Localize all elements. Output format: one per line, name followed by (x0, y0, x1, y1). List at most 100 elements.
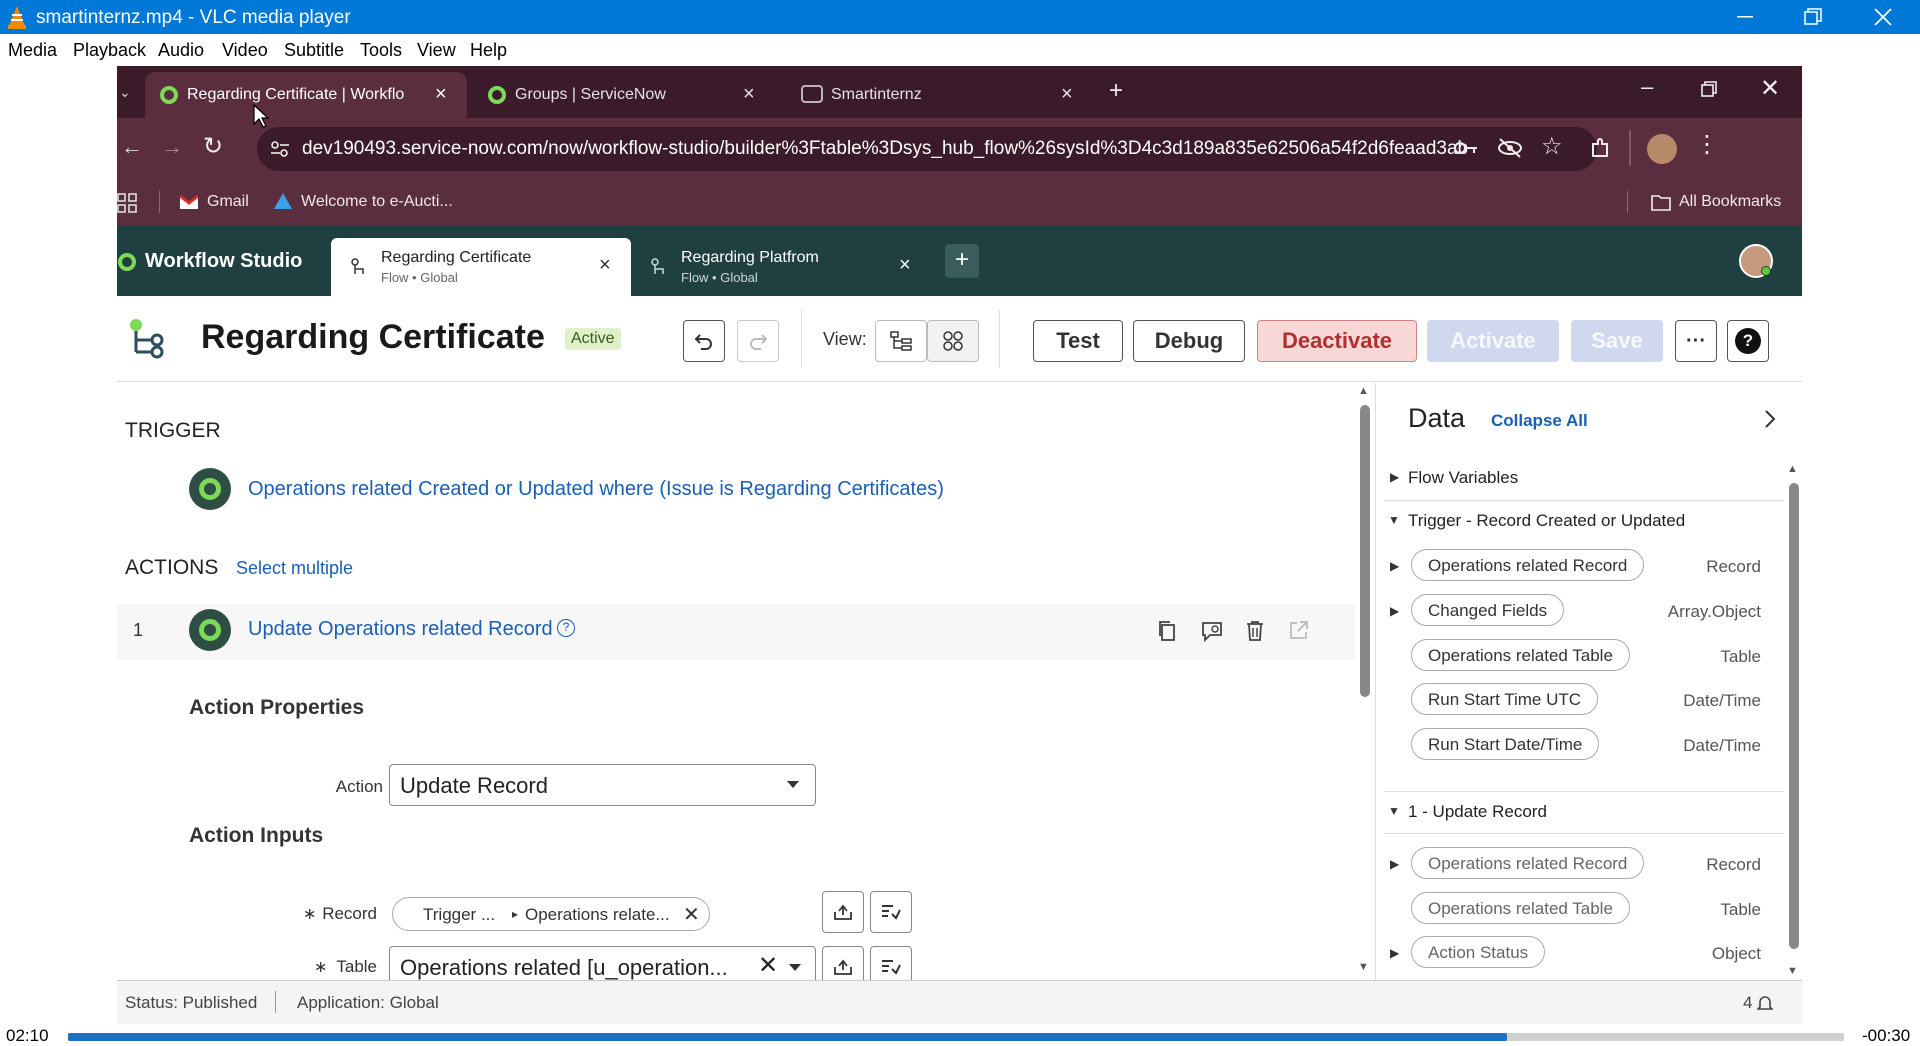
test-button[interactable]: Test (1033, 320, 1123, 362)
collapse-all-link[interactable]: Collapse All (1491, 411, 1588, 431)
data-pill[interactable]: Run Start Date/Time (1411, 728, 1600, 760)
minimize-button[interactable] (1716, 0, 1774, 34)
help-button[interactable]: ? (1727, 320, 1769, 362)
menu-help[interactable]: Help (470, 40, 507, 61)
tab-search-icon[interactable]: ⌄ (119, 84, 131, 101)
bookmark-gmail[interactable]: Gmail (207, 193, 249, 211)
data-item[interactable]: ▶ Operations related Record Record (1376, 549, 1783, 587)
all-bookmarks[interactable]: All Bookmarks (1679, 193, 1781, 211)
back-icon[interactable]: ← (121, 134, 143, 160)
menu-media[interactable]: Media (8, 40, 57, 61)
close-tab-icon[interactable]: × (1061, 83, 1073, 106)
forward-icon[interactable]: → (161, 134, 183, 160)
site-info-icon[interactable] (269, 139, 291, 159)
info-icon[interactable]: ? (557, 619, 575, 637)
new-tab-icon[interactable]: + (1109, 77, 1123, 105)
data-item[interactable]: ▶ Operations related Record Record (1376, 847, 1783, 885)
table-select[interactable]: Operations related [u_operation... ✕ (389, 946, 816, 980)
trigger-data-group[interactable]: ▼ Trigger - Record Created or Updated (1384, 501, 1784, 544)
action-row[interactable]: 1 Update Operations related Record ? (117, 604, 1355, 660)
bell-icon[interactable] (1757, 994, 1773, 1012)
save-button[interactable]: Save (1571, 320, 1663, 362)
password-key-icon[interactable] (1453, 138, 1479, 158)
data-panel-scrollbar[interactable]: ▲ ▼ (1783, 383, 1802, 980)
studio-tab-regarding-certificate[interactable]: Regarding Certificate Flow • Global × (331, 238, 631, 296)
scroll-up-icon[interactable]: ▲ (1787, 463, 1798, 475)
close-tab-icon[interactable]: × (899, 254, 911, 277)
restore-button[interactable] (1784, 0, 1842, 34)
data-pill[interactable]: Operations related Table (1411, 892, 1630, 924)
seek-bar[interactable] (68, 1033, 1844, 1041)
view-diagram-button[interactable] (927, 320, 979, 362)
close-tab-icon[interactable]: × (743, 83, 755, 106)
select-multiple-link[interactable]: Select multiple (236, 558, 353, 579)
data-item[interactable]: Operations related Table Table (1376, 892, 1783, 930)
data-pill[interactable]: Action Status (1411, 936, 1546, 968)
eye-off-icon[interactable] (1497, 137, 1523, 159)
menu-view[interactable]: View (417, 40, 456, 61)
update-record-data-group[interactable]: ▼ 1 - Update Record (1384, 791, 1784, 834)
comment-icon[interactable] (1201, 620, 1223, 642)
data-pill[interactable]: Operations related Record (1411, 549, 1645, 581)
delete-icon[interactable] (1245, 620, 1265, 642)
browser-tab-groups[interactable]: Groups | ServiceNow × (473, 72, 783, 118)
copy-icon[interactable] (1157, 620, 1177, 642)
debug-button[interactable]: Debug (1133, 320, 1245, 362)
profile-avatar[interactable] (1647, 134, 1677, 164)
view-tree-button[interactable] (875, 320, 927, 362)
canvas-scroll-thumb[interactable] (1360, 405, 1370, 697)
data-pill-picker-button[interactable] (822, 946, 864, 980)
scroll-down-icon[interactable]: ▼ (1358, 961, 1369, 973)
extensions-icon[interactable] (1589, 136, 1613, 160)
script-toggle-button[interactable] (870, 891, 912, 933)
studio-brand[interactable]: Workflow Studio (145, 250, 302, 273)
activate-button[interactable]: Activate (1427, 320, 1559, 362)
close-button[interactable] (1854, 0, 1912, 34)
add-tab-button[interactable]: + (945, 244, 979, 278)
flow-variables-group[interactable]: ▶ Flow Variables (1384, 458, 1784, 501)
trigger-link[interactable]: Operations related Created or Updated wh… (248, 478, 944, 501)
menu-subtitle[interactable]: Subtitle (284, 40, 344, 61)
close-tab-icon[interactable]: × (599, 254, 611, 277)
data-pill-picker-button[interactable] (822, 891, 864, 933)
more-options-button[interactable]: ··· (1675, 320, 1717, 362)
scroll-up-icon[interactable]: ▲ (1358, 385, 1369, 397)
menu-audio[interactable]: Audio (158, 40, 204, 61)
action-select[interactable]: Update Record (389, 764, 816, 806)
scroll-down-icon[interactable]: ▼ (1787, 965, 1798, 977)
data-pill[interactable]: Run Start Time UTC (1411, 683, 1599, 715)
script-toggle-button[interactable] (870, 946, 912, 980)
chevron-right-icon[interactable] (1764, 409, 1776, 429)
data-pill[interactable]: Operations related Record (1411, 847, 1645, 879)
browser-tab-smartinternz[interactable]: Smartinternz × (789, 72, 1099, 118)
data-pill[interactable]: Changed Fields (1411, 594, 1565, 626)
apps-grid-icon[interactable] (117, 193, 137, 213)
data-item[interactable]: Operations related Table Table (1376, 639, 1783, 677)
action-title-link[interactable]: Update Operations related Record (248, 618, 553, 641)
clear-icon[interactable]: ✕ (758, 951, 778, 980)
bookmark-eauction[interactable]: Welcome to e-Aucti... (301, 193, 453, 211)
notification-count[interactable]: 4 (1743, 993, 1752, 1013)
data-item[interactable]: ▶ Action Status Object (1376, 936, 1783, 974)
open-external-icon[interactable] (1289, 620, 1309, 640)
menu-tools[interactable]: Tools (360, 40, 402, 61)
undo-button[interactable] (683, 320, 725, 362)
close-tab-icon[interactable]: × (435, 83, 447, 106)
clear-pill-icon[interactable]: ✕ (683, 902, 700, 927)
browser-close-icon[interactable]: ✕ (1760, 74, 1780, 103)
deactivate-button[interactable]: Deactivate (1257, 320, 1417, 362)
data-pill[interactable]: Operations related Table (1411, 639, 1630, 671)
record-data-pill[interactable]: Trigger ... ▸ Operations relate... ✕ (392, 897, 710, 931)
studio-tab-regarding-platfrom[interactable]: Regarding Platfrom Flow • Global × (631, 238, 931, 296)
browser-tab-regarding-certificate[interactable]: Regarding Certificate | Workflo × (145, 72, 467, 118)
url-text[interactable]: dev190493.service-now.com/now/workflow-s… (302, 138, 1468, 160)
data-panel-scroll-thumb[interactable] (1789, 483, 1799, 949)
browser-restore-icon[interactable] (1701, 81, 1717, 97)
browser-minimize-icon[interactable]: – (1641, 74, 1653, 100)
redo-button[interactable] (737, 320, 779, 362)
canvas-scrollbar[interactable]: ▲ ▼ (1355, 383, 1375, 980)
bookmark-star-icon[interactable]: ☆ (1541, 132, 1563, 161)
data-item[interactable]: ▶ Changed Fields Array.Object (1376, 594, 1783, 632)
data-item[interactable]: Run Start Date/Time Date/Time (1376, 728, 1783, 766)
menu-video[interactable]: Video (222, 40, 268, 61)
